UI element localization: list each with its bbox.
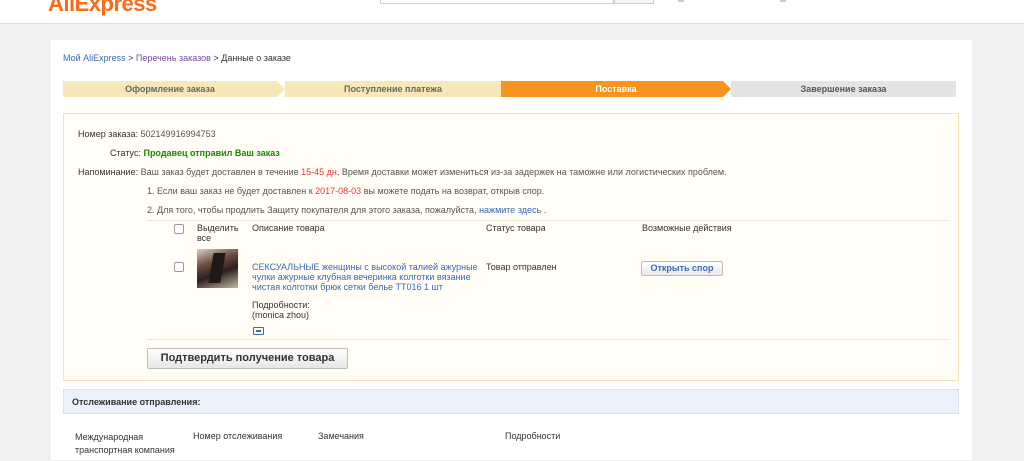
step-label: Поставка [595, 84, 637, 94]
select-all-label-line1: Выделить [197, 223, 239, 233]
step-order-placed: Оформление заказа [63, 81, 277, 97]
step-payment-received: Поступление платежа [285, 81, 501, 97]
open-dispute-button[interactable]: Открыть спор [641, 261, 723, 276]
breadcrumb-current: Данные о заказе [221, 53, 291, 63]
header-menu-item[interactable] [780, 0, 786, 2]
tracking-col-carrier: Международная транспортная компания [75, 432, 175, 455]
breadcrumb-order-list[interactable]: Перечень заказов [136, 53, 211, 63]
order-status-label: Статус: [110, 148, 141, 158]
breadcrumb-separator: > [125, 53, 136, 63]
header-menu-item[interactable] [678, 0, 684, 2]
search-button[interactable] [614, 0, 654, 4]
column-item-status: Статус товара [486, 223, 546, 233]
step-label: Завершение заказа [800, 84, 887, 94]
extend-protection-link[interactable]: нажмите здесь [479, 205, 541, 215]
note-2: 2. Для того, чтобы продлить Защиту покуп… [147, 205, 546, 215]
item-details-label: Подробности: [252, 300, 310, 310]
reminder-text: Ваш заказ будет доставлен в течение [140, 167, 302, 177]
tracking-col-remarks: Замечания [318, 431, 364, 441]
item-details: Подробности: (monica zhou) [252, 300, 372, 320]
divider [148, 339, 948, 340]
order-progress-steps: Оформление заказа Поступление платежа По… [63, 81, 956, 97]
order-number-row: Номер заказа: 502149916994753 [78, 129, 216, 139]
column-actions: Возможные действия [642, 223, 732, 233]
protection-date: 2017-08-03 [315, 186, 362, 196]
reminder-text-end: , Время доставки может измениться из-за … [336, 167, 727, 177]
tracking-col-number: Номер отслеживания [193, 431, 283, 441]
confirm-receipt-button[interactable]: Подтвердить получение товара [147, 348, 348, 369]
select-all-checkbox[interactable] [174, 224, 184, 234]
breadcrumb-my-aliexpress[interactable]: Мой AliExpress [63, 53, 126, 63]
order-number-value: 502149916994753 [140, 129, 216, 139]
step-shipping: Поставка [501, 81, 723, 97]
step-label: Оформление заказа [125, 84, 215, 94]
breadcrumb: Мой AliExpress > Перечень заказов > Данн… [63, 53, 291, 63]
divider [148, 220, 948, 221]
order-number-label: Номер заказа: [78, 129, 139, 139]
item-thumbnail[interactable] [197, 249, 238, 288]
reminder-row: Напоминание: Ваш заказ будет доставлен в… [78, 167, 727, 177]
snapshot-icon[interactable] [253, 327, 264, 335]
tracking-section-title: Отслеживание отправления: [63, 389, 959, 414]
order-details-panel: Мой AliExpress > Перечень заказов > Данн… [51, 40, 972, 460]
order-status-row: Статус: Продавец отправил Ваш заказ [110, 148, 280, 158]
select-all-label-line2: все [197, 233, 212, 243]
step-label: Поступление платежа [344, 84, 442, 94]
tracking-table-header: Международная транспортная компания Номе… [75, 431, 955, 461]
select-all-label: Выделить все [197, 223, 239, 243]
aliexpress-logo[interactable]: AliExpress [48, 0, 157, 17]
step-arrow [277, 81, 285, 97]
item-status: Товар отправлен [486, 262, 557, 272]
note-2-text: 2. Для того, чтобы продлить Защиту покуп… [147, 205, 480, 215]
reminder-label: Напоминание: [78, 167, 139, 177]
top-header: AliExpress [0, 0, 1024, 24]
item-checkbox[interactable] [174, 262, 184, 272]
step-order-complete: Завершение заказа [731, 81, 956, 97]
order-status-value: Продавец отправил Ваш заказ [143, 148, 280, 158]
delivery-days: 15-45 дн [301, 167, 337, 177]
note-1-text: 1. Если ваш заказ не будет доставлен к [147, 186, 316, 196]
tracking-col-details: Подробности [505, 431, 561, 441]
column-description: Описание товара [252, 223, 325, 233]
order-info-box: Номер заказа: 502149916994753 Статус: Пр… [63, 113, 959, 381]
item-details-value: (monica zhou) [252, 310, 310, 320]
search-input[interactable] [380, 0, 614, 4]
breadcrumb-separator: > [210, 53, 222, 63]
note-1-text-end: вы можете подать на возврат, открыв спор… [361, 186, 545, 196]
note-2-text-end: . [541, 205, 547, 215]
step-arrow [723, 81, 731, 97]
note-1: 1. Если ваш заказ не будет доставлен к 2… [147, 186, 544, 196]
item-title-link[interactable]: СЕКСУАЛЬНЫЕ женщины с высокой талией ажу… [252, 262, 487, 292]
